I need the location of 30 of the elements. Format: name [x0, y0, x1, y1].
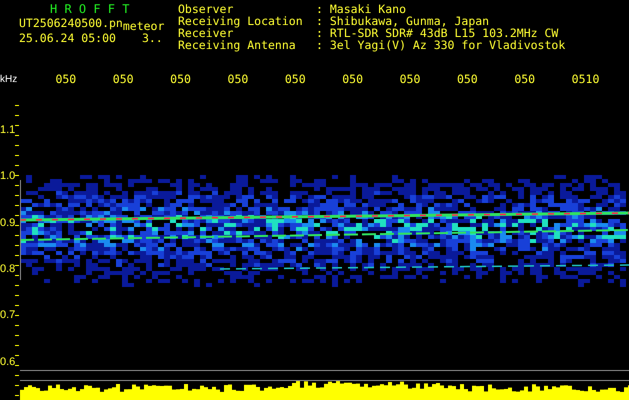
app-title: H R O F F T [49, 3, 130, 16]
unit-label: kHz [0, 74, 18, 85]
time-label: 050 [112, 72, 135, 86]
frequency-label: 1.1 [0, 123, 15, 138]
file-name: UT2506240500.pn [19, 16, 123, 31]
time-label: 050 [514, 72, 536, 86]
time-label: 050 [170, 72, 192, 86]
info-value: : Shibukawa, Gunma, Japan [316, 15, 490, 27]
info-value: : RTL-SDR SDR# 43dB L15 103.2MHz CW [316, 27, 558, 39]
info-label: Receiving Antenna [178, 39, 297, 51]
info-label: Observer [178, 3, 234, 15]
info-label: Receiver [178, 27, 234, 39]
info-label: Receiving Location [178, 15, 304, 27]
time-label: 0510 [572, 72, 600, 86]
frequency-label: 0.9 [0, 216, 15, 231]
time-label: 050 [284, 72, 307, 86]
frequency-label: 1.0 [0, 169, 15, 184]
time-label: 050 [342, 72, 364, 86]
time-label: 050 [400, 72, 422, 86]
count-text: 3.. [142, 31, 163, 46]
time-label: 050 [55, 72, 78, 86]
info-value: : Masaki Kano [316, 3, 406, 15]
time-label: 050 [228, 72, 250, 86]
timestamp: 25.06.24 05:00 [19, 31, 116, 46]
frequency-label: 0.6 [0, 354, 15, 370]
time-label: 050 [456, 72, 479, 86]
frequency-label: 0.8 [0, 262, 15, 277]
frequency-label: 0.7 [0, 308, 15, 324]
info-value: : 3el Yagi(V) Az 330 for Vladivostok [316, 39, 566, 51]
file-tag: meteor [122, 19, 164, 34]
